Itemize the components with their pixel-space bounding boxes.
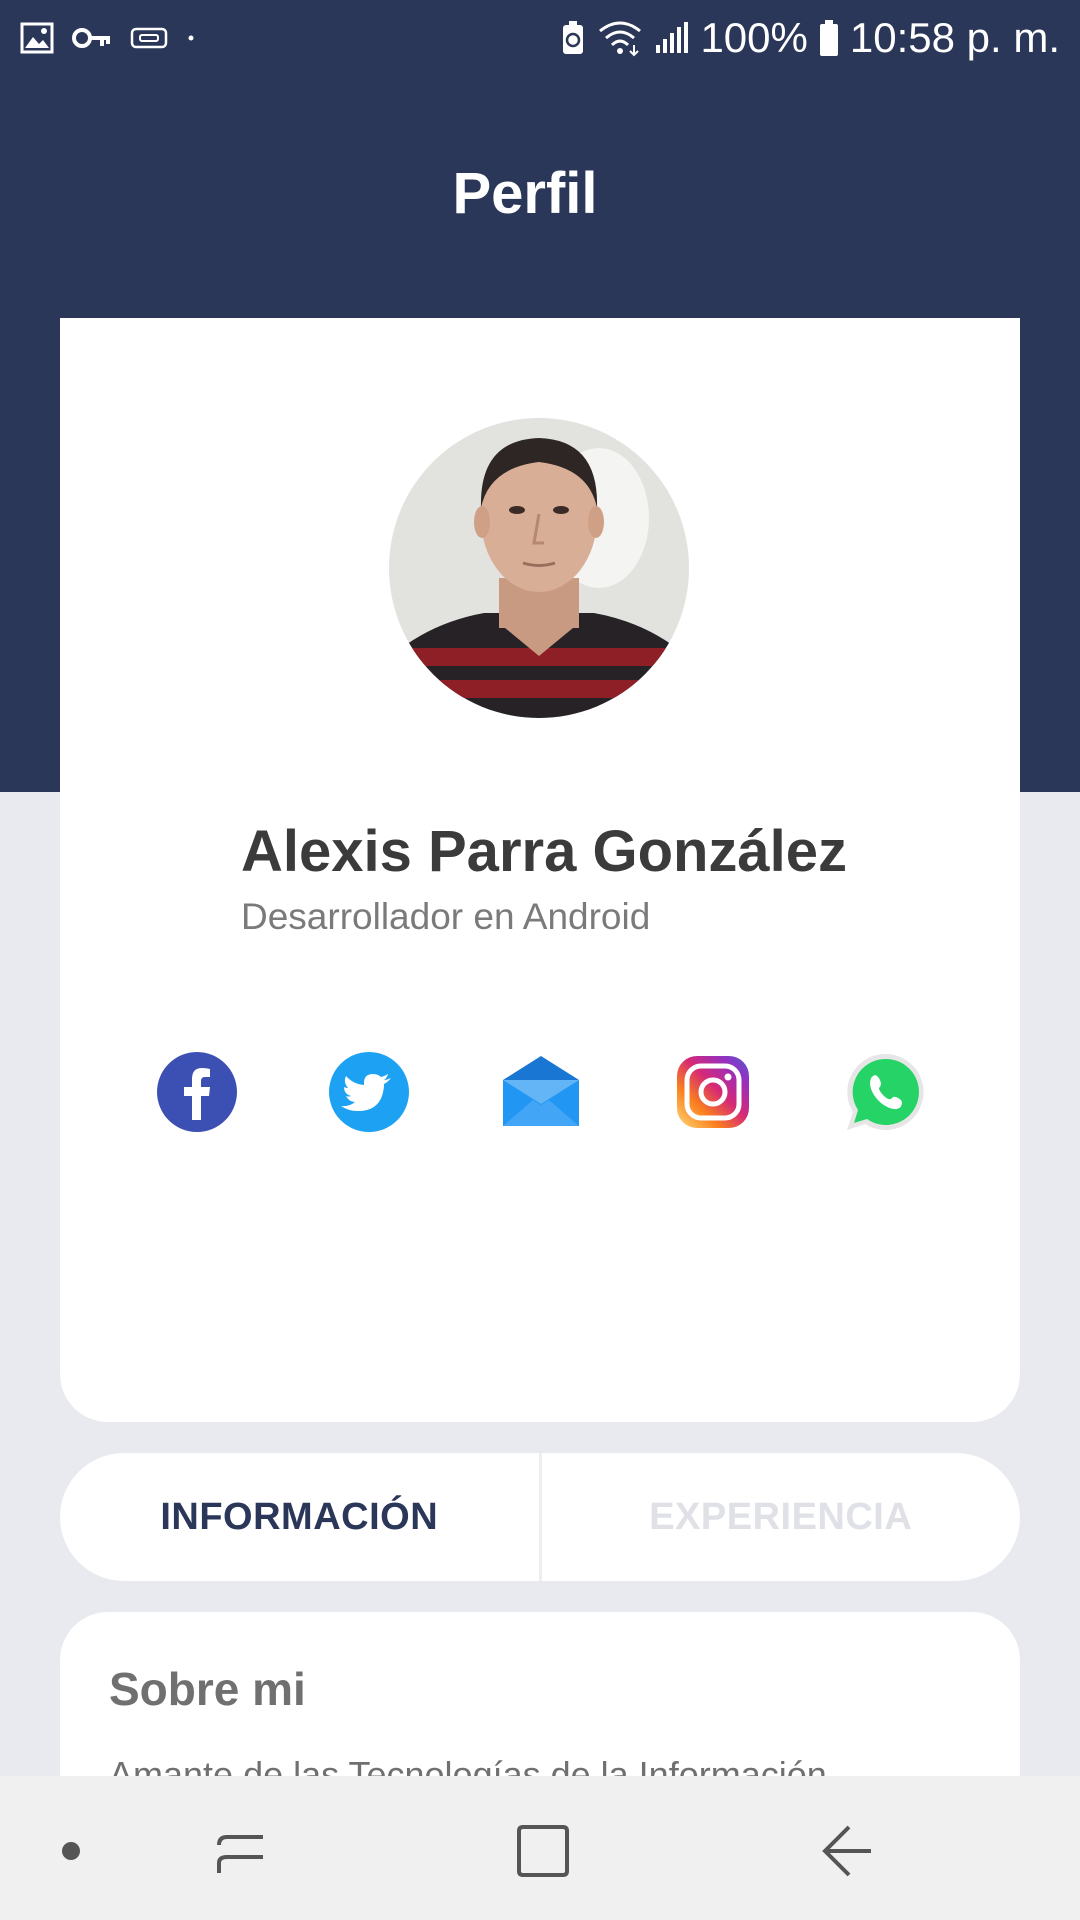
instagram-button[interactable] (671, 1050, 755, 1134)
back-arrow-icon (822, 1825, 871, 1877)
nav-dot-button[interactable] (36, 1816, 106, 1886)
instagram-icon (677, 1056, 749, 1128)
page-title: Perfil (452, 161, 598, 226)
key-icon (72, 26, 112, 50)
twitter-icon (329, 1052, 409, 1132)
signal-icon (654, 21, 690, 55)
facebook-button[interactable] (155, 1050, 239, 1134)
recent-apps-icon (217, 1835, 263, 1873)
image-icon (20, 22, 54, 54)
status-bar: 100% 10:58 p. m. (0, 0, 1080, 76)
profile-role: Desarrollador en Android (241, 896, 651, 937)
tab-informacion[interactable]: INFORMACIÓN (60, 1453, 542, 1581)
twitter-button[interactable] (327, 1050, 411, 1134)
facebook-icon (157, 1052, 237, 1132)
social-links (155, 1050, 935, 1134)
notification-dot-icon (186, 33, 196, 43)
email-button[interactable] (499, 1050, 583, 1134)
home-button[interactable] (508, 1816, 578, 1886)
dot-icon (62, 1842, 80, 1860)
profile-card: Alexis Parra González Desarrollador en A… (60, 318, 1020, 1422)
clock: 10:58 p. m. (849, 14, 1060, 61)
recent-apps-button[interactable] (206, 1816, 276, 1886)
avatar[interactable] (389, 418, 689, 718)
whatsapp-icon (847, 1053, 924, 1130)
profile-name: Alexis Parra González (241, 819, 848, 884)
wifi-icon (596, 19, 644, 57)
battery-icon (818, 19, 840, 57)
email-icon (503, 1056, 579, 1126)
battery-saver-icon (560, 20, 586, 56)
tab-experiencia[interactable]: EXPERIENCIA (542, 1453, 1021, 1581)
profile-tabs: INFORMACIÓN EXPERIENCIA (60, 1453, 1020, 1581)
whatsapp-button[interactable] (843, 1050, 927, 1134)
back-button[interactable] (812, 1816, 882, 1886)
about-title: Sobre mi (109, 1663, 306, 1715)
home-icon (517, 1825, 569, 1877)
battery-percentage: 100% (700, 14, 808, 61)
vpn-icon (130, 27, 168, 49)
navigation-bar (0, 1776, 1080, 1920)
